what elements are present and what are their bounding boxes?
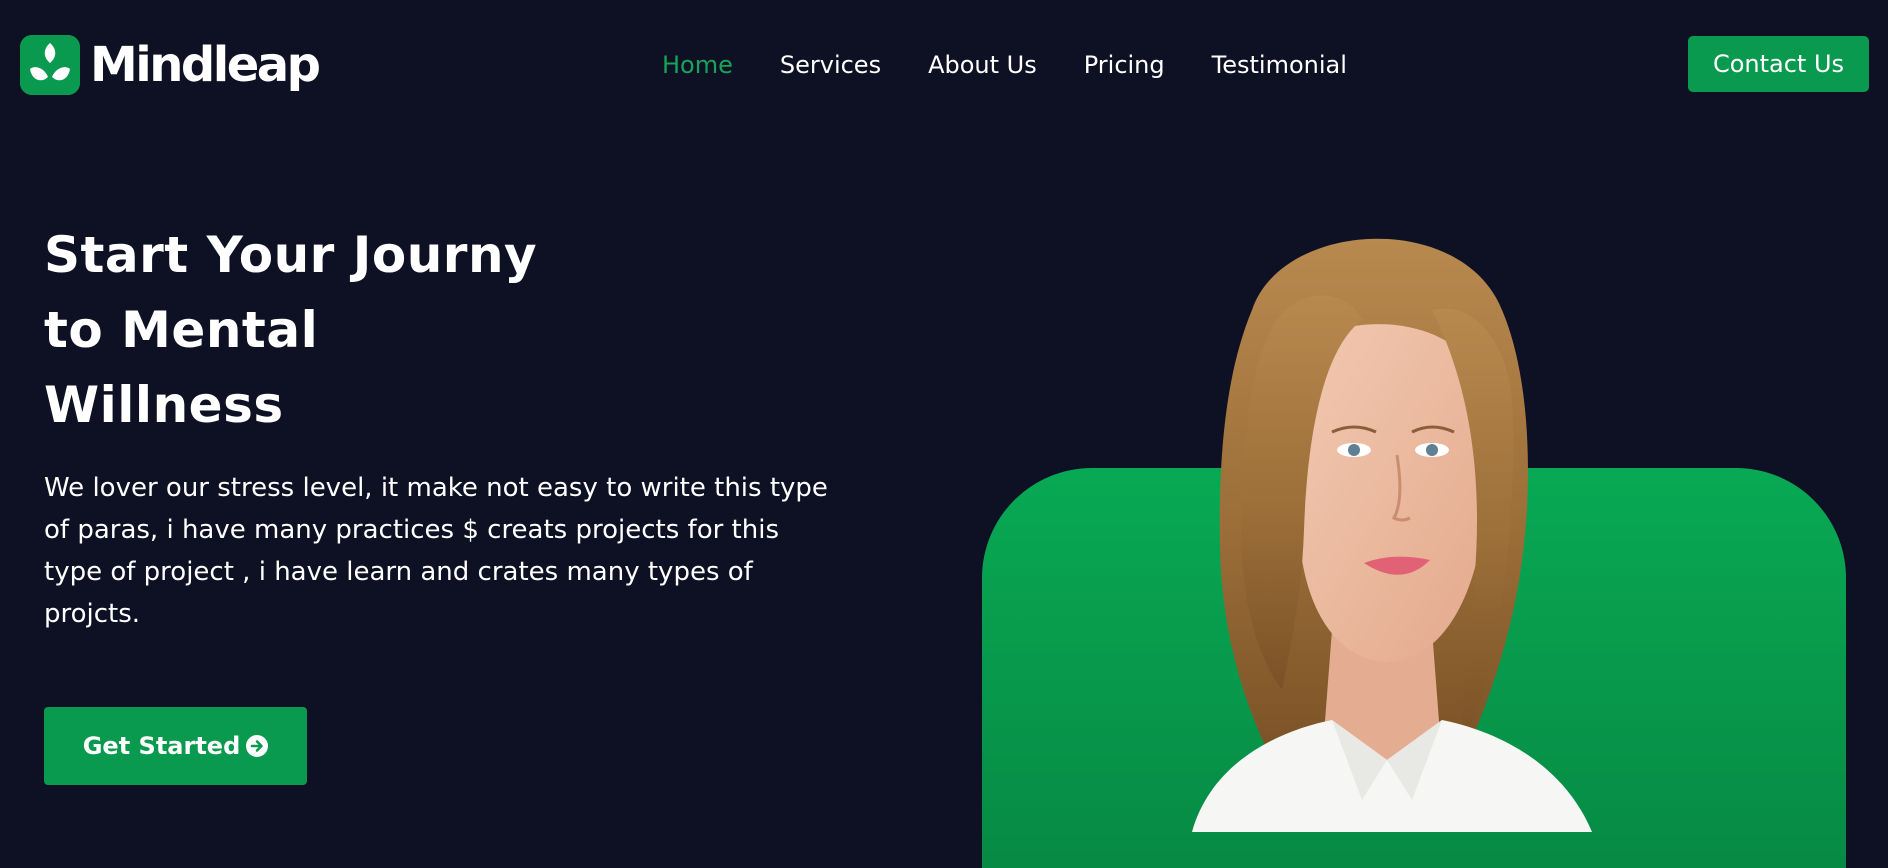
hero-title-line-1: Start Your Journy	[44, 226, 538, 284]
nav-item-pricing: Pricing	[1084, 48, 1165, 82]
nav-link-testimonial[interactable]: Testimonial	[1212, 48, 1347, 82]
nav-item-services: Services	[780, 48, 881, 82]
contact-button[interactable]: Contact Us	[1688, 36, 1869, 92]
arrow-circle-right-icon	[246, 735, 269, 757]
leaf-sprout-icon	[20, 34, 80, 95]
hero-description: We lover our stress level, it make not e…	[44, 473, 828, 629]
nav-item-testimonial: Testimonial	[1212, 48, 1347, 82]
nav-link-pricing[interactable]: Pricing	[1084, 48, 1165, 82]
nav-item-about: About Us	[928, 48, 1037, 82]
nav-item-home: Home	[662, 48, 733, 82]
hero-title-line-2: to Mental	[44, 301, 319, 359]
nav-link-services[interactable]: Services	[780, 48, 881, 82]
brand-name: Mindleap	[90, 36, 321, 93]
hero-visual	[982, 200, 1846, 868]
brand-logo[interactable]: Mindleap	[20, 34, 321, 95]
get-started-button[interactable]: Get Started	[44, 707, 307, 785]
nav-link-home[interactable]: Home	[662, 48, 733, 82]
site-header: Mindleap Home Services About Us Pricing …	[0, 0, 1888, 130]
hero-title-line-3: Willness	[44, 376, 284, 434]
get-started-label: Get Started	[82, 732, 241, 760]
portrait-woman-image	[1192, 238, 1592, 832]
main-nav: Home Services About Us Pricing Testimoni…	[662, 48, 1347, 82]
nav-link-about[interactable]: About Us	[928, 48, 1037, 82]
hero-title: Start Your Journy to Mental Willness	[44, 218, 537, 443]
